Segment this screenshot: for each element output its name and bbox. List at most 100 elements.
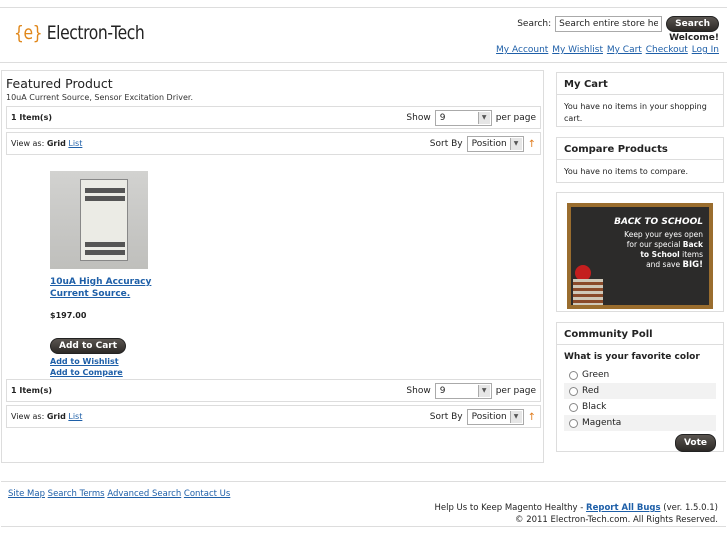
sort-by: Sort By Position ▼ ↑ bbox=[430, 409, 536, 425]
footer: Site Map Search Terms Advanced Search Co… bbox=[1, 481, 726, 527]
per-page-label: per page bbox=[495, 386, 536, 396]
footer-info: Help Us to Keep Magento Healthy - Report… bbox=[434, 502, 718, 526]
promo-text: BACK TO SCHOOL Keep your eyes open for o… bbox=[571, 207, 709, 305]
vote-button[interactable]: Vote bbox=[674, 434, 716, 452]
cart-block: My Cart You have no items in your shoppi… bbox=[556, 72, 724, 127]
show-label: Show bbox=[406, 386, 431, 396]
chalkboard-image: BACK TO SCHOOL Keep your eyes open for o… bbox=[567, 203, 713, 309]
compare-block: Compare Products You have no items to co… bbox=[556, 137, 724, 183]
add-to-wishlist-link[interactable]: Add to Wishlist bbox=[50, 356, 160, 367]
copyright: © 2011 Electron-Tech.com. All Rights Res… bbox=[515, 515, 718, 525]
page-subtitle: 10uA Current Source, Sensor Excitation D… bbox=[6, 93, 193, 102]
promo-heading: BACK TO SCHOOL bbox=[614, 217, 703, 227]
poll-option-black[interactable]: Black bbox=[564, 399, 716, 415]
logo-text: Electron-Tech bbox=[46, 22, 145, 44]
cart-content: You have no items in your shopping cart. bbox=[564, 102, 707, 123]
sort-by: Sort By Position ▼ ↑ bbox=[430, 136, 536, 152]
promo-line: Keep your eyes open bbox=[624, 230, 703, 239]
view-as-label: View as: bbox=[11, 412, 45, 421]
radio-button[interactable] bbox=[569, 402, 578, 412]
sort-by-select[interactable]: Position ▼ bbox=[466, 136, 524, 152]
my-wishlist-link[interactable]: My Wishlist bbox=[552, 45, 603, 55]
my-account-link[interactable]: My Account bbox=[496, 45, 548, 55]
search-area: Search: Search bbox=[517, 16, 719, 32]
books-icon bbox=[573, 279, 603, 305]
search-button[interactable]: Search bbox=[666, 16, 719, 32]
report-bugs-link[interactable]: Report All Bugs bbox=[586, 503, 661, 513]
view-list-link[interactable]: List bbox=[68, 139, 82, 148]
view-mode: View as: Grid List bbox=[11, 412, 82, 421]
promo-line: to School items bbox=[640, 250, 703, 259]
add-to-compare-link[interactable]: Add to Compare bbox=[50, 367, 160, 378]
per-page-select[interactable]: 9 ▼ bbox=[434, 110, 492, 126]
limiter: Show 9 ▼ per page bbox=[406, 110, 536, 126]
compare-content: You have no items to compare. bbox=[564, 167, 689, 176]
poll-content: What is your favorite color Green Red Bl… bbox=[557, 345, 723, 458]
poll-question: What is your favorite color bbox=[564, 352, 700, 362]
product-name-link[interactable]: 10uA High Accuracy Current Source. bbox=[50, 276, 160, 300]
poll-block: Community Poll What is your favorite col… bbox=[556, 322, 724, 452]
radio-button[interactable] bbox=[569, 386, 578, 396]
cart-title: My Cart bbox=[557, 73, 723, 95]
sort-direction-icon[interactable]: ↑ bbox=[528, 412, 536, 423]
per-page-select[interactable]: 9 ▼ bbox=[434, 383, 492, 399]
sort-by-value: Position bbox=[471, 139, 507, 149]
search-terms-link[interactable]: Search Terms bbox=[48, 489, 105, 499]
terminal-row bbox=[85, 250, 125, 255]
terminal-row bbox=[85, 196, 125, 201]
poll-option-green[interactable]: Green bbox=[564, 367, 716, 383]
logo-brace: {e} bbox=[14, 22, 43, 44]
search-input[interactable] bbox=[555, 16, 663, 32]
sorter-toolbar-top: View as: Grid List Sort By Position ▼ ↑ bbox=[6, 132, 541, 155]
show-label: Show bbox=[406, 113, 431, 123]
terminal-row bbox=[85, 242, 125, 247]
footer-links: Site Map Search Terms Advanced Search Co… bbox=[8, 489, 230, 499]
din-rail-module-image bbox=[80, 179, 128, 261]
product-actions: Add to Wishlist Add to Compare bbox=[50, 356, 160, 378]
limiter: Show 9 ▼ per page bbox=[406, 383, 536, 399]
chevron-down-icon: ▼ bbox=[477, 112, 490, 124]
sort-by-select[interactable]: Position ▼ bbox=[466, 409, 524, 425]
advanced-search-link[interactable]: Advanced Search bbox=[107, 489, 181, 499]
pager-toolbar-bottom: 1 Item(s) Show 9 ▼ per page bbox=[6, 379, 541, 402]
sort-direction-icon[interactable]: ↑ bbox=[528, 139, 536, 150]
per-page-label: per page bbox=[495, 113, 536, 123]
view-list-link[interactable]: List bbox=[68, 412, 82, 421]
log-in-link[interactable]: Log In bbox=[692, 45, 719, 55]
my-cart-link[interactable]: My Cart bbox=[607, 45, 642, 55]
bug-report-line: Help Us to Keep Magento Healthy - Report… bbox=[434, 503, 718, 513]
logo[interactable]: {e} Electron-Tech bbox=[14, 22, 145, 44]
items-count: 1 Item(s) bbox=[11, 386, 52, 395]
welcome-message: Welcome! bbox=[669, 33, 719, 43]
poll-title: Community Poll bbox=[557, 323, 723, 345]
product-item: 10uA High Accuracy Current Source. $197.… bbox=[50, 171, 160, 378]
site-map-link[interactable]: Site Map bbox=[8, 489, 45, 499]
view-grid-current: Grid bbox=[46, 139, 66, 148]
product-image[interactable] bbox=[50, 171, 148, 269]
sort-by-label: Sort By bbox=[429, 139, 463, 149]
pager-toolbar-top: 1 Item(s) Show 9 ▼ per page bbox=[6, 106, 541, 129]
poll-option-red[interactable]: Red bbox=[564, 383, 716, 399]
sort-by-label: Sort By bbox=[429, 412, 463, 422]
page-title: Featured Product bbox=[6, 76, 113, 91]
poll-option-magenta[interactable]: Magenta bbox=[564, 415, 716, 431]
promo-line: for our special Back bbox=[626, 240, 703, 249]
radio-button[interactable] bbox=[569, 370, 578, 380]
chevron-down-icon: ▼ bbox=[509, 138, 522, 150]
product-price: $197.00 bbox=[50, 311, 87, 320]
view-mode: View as: Grid List bbox=[11, 139, 82, 148]
top-links: My Account My Wishlist My Cart Checkout … bbox=[495, 45, 719, 55]
radio-button[interactable] bbox=[569, 418, 578, 428]
contact-us-link[interactable]: Contact Us bbox=[184, 489, 230, 499]
view-as-label: View as: bbox=[11, 139, 45, 148]
checkout-link[interactable]: Checkout bbox=[646, 45, 688, 55]
view-grid-current: Grid bbox=[46, 412, 66, 421]
chevron-down-icon: ▼ bbox=[509, 411, 522, 423]
per-page-value: 9 bbox=[439, 113, 446, 123]
chevron-down-icon: ▼ bbox=[477, 385, 490, 397]
search-label: Search: bbox=[517, 19, 552, 29]
per-page-value: 9 bbox=[439, 386, 446, 396]
sorter-toolbar-bottom: View as: Grid List Sort By Position ▼ ↑ bbox=[6, 405, 541, 428]
promo-banner[interactable]: BACK TO SCHOOL Keep your eyes open for o… bbox=[556, 192, 724, 312]
add-to-cart-button[interactable]: Add to Cart bbox=[50, 338, 127, 354]
